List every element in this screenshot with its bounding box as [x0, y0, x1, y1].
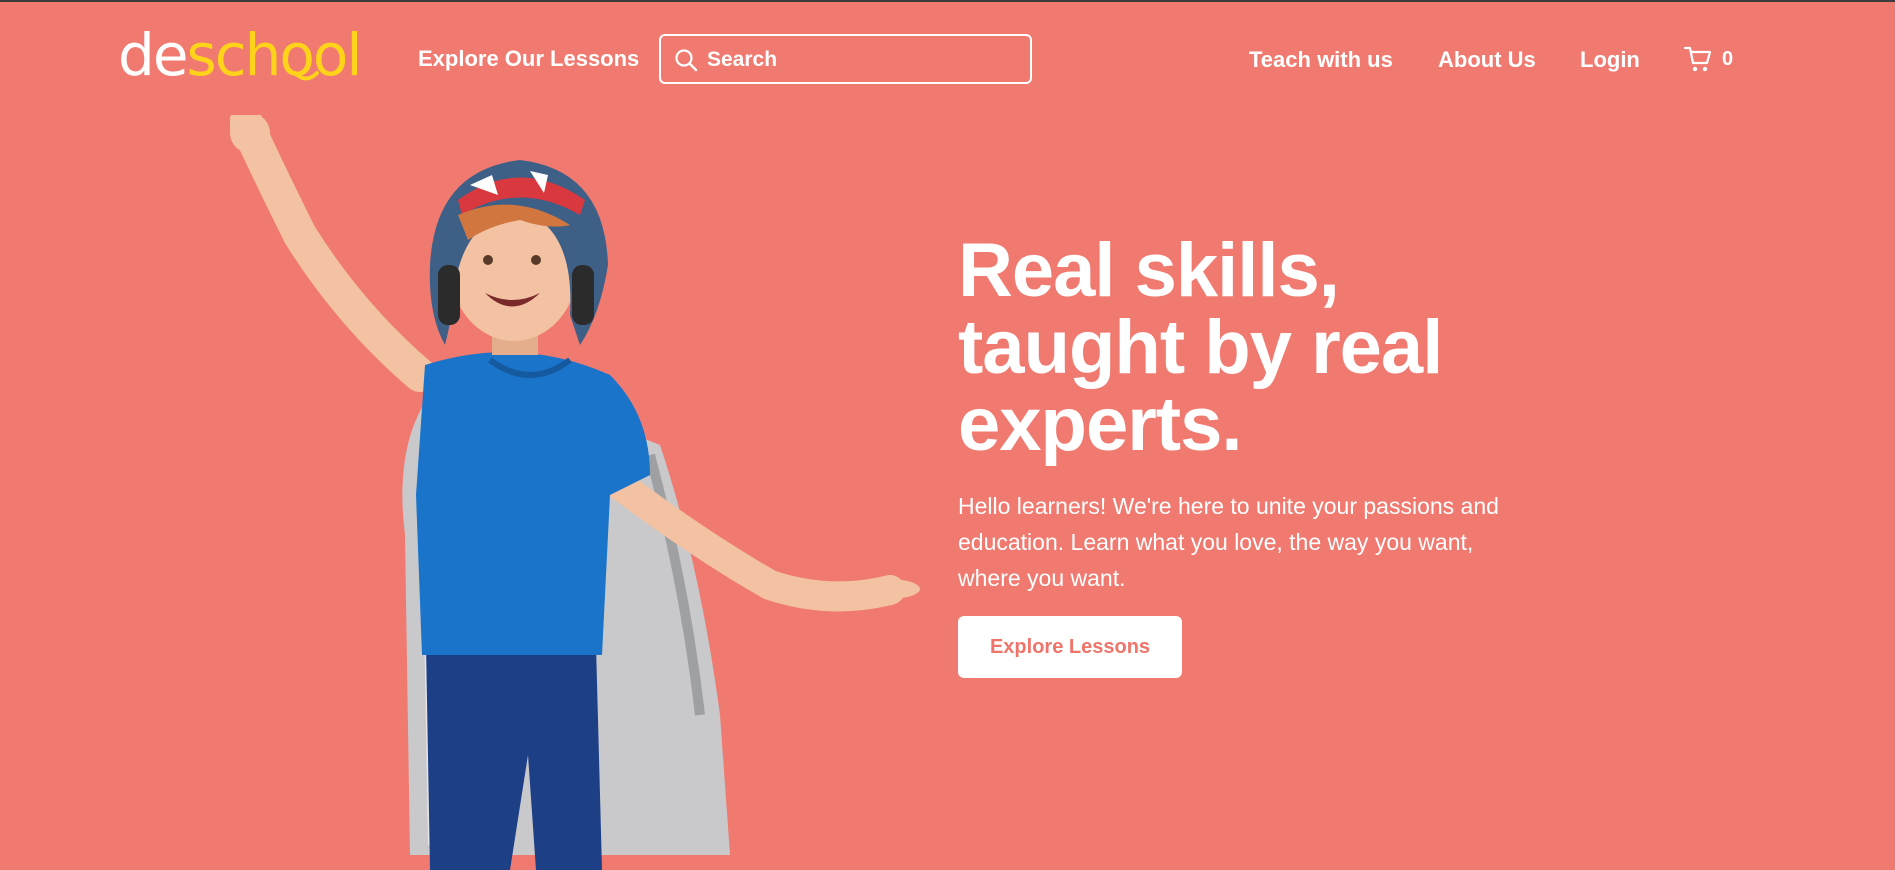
nav-teach-with-us[interactable]: Teach with us [1249, 47, 1393, 73]
explore-lessons-button[interactable]: Explore Lessons [958, 616, 1182, 678]
browser-top-border [0, 0, 1895, 2]
cart-count: 0 [1722, 48, 1734, 70]
subtitle-line: Hello learners! We're here to unite your… [958, 493, 1499, 519]
smile-icon [293, 71, 319, 81]
headline-line: taught by real [958, 305, 1443, 390]
subtitle-line: education. Learn what you love, the way … [958, 529, 1474, 555]
deschool-logo[interactable]: deschool [118, 21, 363, 89]
search-input[interactable] [705, 45, 1019, 75]
nav-login[interactable]: Login [1580, 47, 1640, 73]
hero-subtitle: Hello learners! We're here to unite your… [958, 488, 1578, 596]
nav-explore-lessons[interactable]: Explore Our Lessons [418, 46, 639, 72]
nav-about-us[interactable]: About Us [1438, 47, 1536, 73]
hero-headline: Real skills, taught by real experts. [958, 232, 1578, 463]
logo-suffix: school [186, 21, 363, 89]
subtitle-line: where you want. [958, 565, 1126, 591]
headline-line: Real skills, [958, 228, 1340, 313]
search-icon [675, 49, 698, 72]
headline-line: experts. [958, 382, 1243, 467]
hero-child-superhero-photo [230, 115, 920, 870]
search-box[interactable] [659, 34, 1032, 84]
cart-icon[interactable] [1683, 44, 1713, 74]
logo-prefix: de [118, 21, 188, 89]
